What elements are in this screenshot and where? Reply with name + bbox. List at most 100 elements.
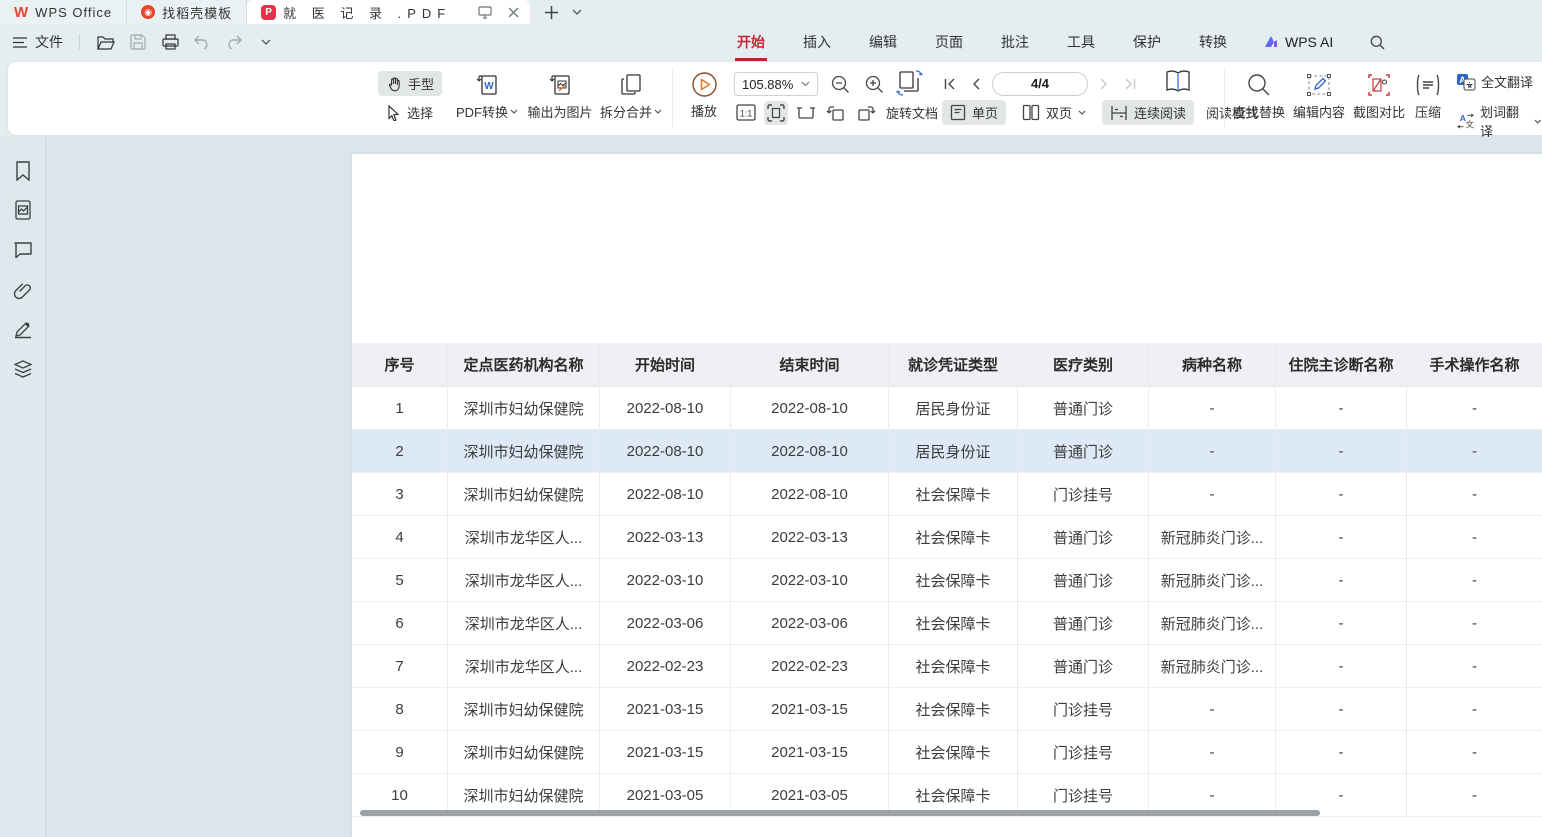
- full-translate-icon: A: [1456, 73, 1476, 91]
- rotate-doc-label[interactable]: 旋转文档: [884, 100, 940, 125]
- menu-item-protect[interactable]: 保护: [1131, 30, 1163, 54]
- select-tool-label: 选择: [407, 103, 433, 122]
- tab-wps-office[interactable]: W WPS Office: [0, 0, 127, 24]
- print-icon[interactable]: [160, 32, 180, 52]
- table-row[interactable]: 8深圳市妇幼保健院2021-03-152021-03-15社会保障卡门诊挂号--…: [352, 688, 1542, 731]
- menu-item-edit[interactable]: 编辑: [867, 30, 899, 54]
- play-icon: [691, 70, 718, 98]
- zoom-level-value: 105.88%: [742, 77, 793, 92]
- layers-panel-icon[interactable]: [11, 357, 35, 381]
- fit-width-button[interactable]: [794, 101, 818, 125]
- single-page-button[interactable]: 单页: [942, 100, 1006, 125]
- table-cell: 2022-03-06: [600, 602, 731, 645]
- new-tab-icon[interactable]: [542, 3, 560, 21]
- next-page-button[interactable]: [1094, 72, 1114, 96]
- pdf-page[interactable]: 序号定点医药机构名称开始时间结束时间就诊凭证类型医疗类别病种名称住院主诊断名称手…: [352, 154, 1542, 837]
- table-header-row: 序号定点医药机构名称开始时间结束时间就诊凭证类型医疗类别病种名称住院主诊断名称手…: [352, 343, 1542, 387]
- share-to-device-icon[interactable]: [476, 3, 494, 21]
- table-cell: 居民身份证: [889, 430, 1018, 473]
- attachment-panel-icon[interactable]: [11, 278, 35, 302]
- page-number-input[interactable]: 4/4: [992, 72, 1088, 96]
- table-cell: 2022-08-10: [731, 387, 889, 430]
- table-cell: 8: [352, 688, 448, 731]
- menu-item-comment[interactable]: 批注: [999, 30, 1031, 54]
- hand-tool-button[interactable]: 手型: [378, 71, 442, 96]
- column-header: 医疗类别: [1018, 343, 1149, 387]
- table-cell: 9: [352, 731, 448, 774]
- first-page-button[interactable]: [940, 72, 960, 96]
- table-cell: -: [1276, 430, 1407, 473]
- rotate-right-button[interactable]: [854, 101, 878, 125]
- close-tab-icon[interactable]: [504, 3, 522, 21]
- select-tool-button[interactable]: 选择: [378, 100, 441, 125]
- quickbar-chevron-icon[interactable]: [256, 32, 276, 52]
- open-file-icon[interactable]: [96, 32, 116, 52]
- screenshot-compare-button[interactable]: 截图对比: [1350, 71, 1408, 121]
- bookmark-panel-icon[interactable]: [11, 159, 35, 183]
- last-page-button[interactable]: [1120, 72, 1140, 96]
- find-replace-button[interactable]: 查找替换: [1230, 71, 1288, 121]
- table-cell: 新冠肺炎门诊...: [1149, 559, 1276, 602]
- previous-page-button[interactable]: [966, 72, 986, 96]
- table-row[interactable]: 2深圳市妇幼保健院2022-08-102022-08-10居民身份证普通门诊--…: [352, 430, 1542, 473]
- pdf-convert-button[interactable]: W PDF转换: [454, 71, 520, 121]
- word-translate-button[interactable]: A文 划词翻译: [1456, 102, 1542, 140]
- edit-content-button[interactable]: 编辑内容: [1290, 71, 1348, 121]
- table-cell: -: [1276, 645, 1407, 688]
- single-page-label: 单页: [972, 103, 998, 122]
- find-replace-icon: [1247, 71, 1271, 99]
- horizontal-scrollbar-thumb[interactable]: [360, 810, 1320, 816]
- table-cell: 2022-03-10: [600, 559, 731, 602]
- zoom-out-button[interactable]: [828, 72, 852, 96]
- save-icon[interactable]: [128, 32, 148, 52]
- table-row[interactable]: 3深圳市妇幼保健院2022-08-102022-08-10社会保障卡门诊挂号--…: [352, 473, 1542, 516]
- table-cell: 深圳市妇幼保健院: [448, 688, 600, 731]
- table-cell: 门诊挂号: [1018, 688, 1149, 731]
- double-page-button[interactable]: 双页: [1014, 100, 1094, 125]
- menu-item-convert[interactable]: 转换: [1197, 30, 1229, 54]
- export-image-button[interactable]: 输出为图片: [524, 71, 596, 121]
- menu-search-icon[interactable]: [1367, 32, 1387, 52]
- undo-icon[interactable]: [192, 32, 212, 52]
- read-mode-icon[interactable]: [1164, 69, 1192, 95]
- menu-item-tools[interactable]: 工具: [1065, 30, 1097, 54]
- zoom-in-button[interactable]: [862, 72, 886, 96]
- comment-panel-icon[interactable]: [11, 238, 35, 262]
- column-header: 开始时间: [600, 343, 731, 387]
- table-cell: 2022-02-23: [600, 645, 731, 688]
- table-cell: 普通门诊: [1018, 602, 1149, 645]
- menu-item-home[interactable]: 开始: [735, 30, 767, 54]
- play-button[interactable]: 播放: [682, 70, 726, 120]
- table-cell: 普通门诊: [1018, 516, 1149, 559]
- tab-template-store[interactable]: ◉ 找稻壳模板: [127, 0, 247, 24]
- continuous-reading-button[interactable]: 连续阅读: [1102, 100, 1194, 125]
- table-row[interactable]: 7深圳市龙华区人...2022-02-232022-02-23社会保障卡普通门诊…: [352, 645, 1542, 688]
- table-row[interactable]: 9深圳市妇幼保健院2021-03-152021-03-15社会保障卡门诊挂号--…: [352, 731, 1542, 774]
- full-translate-button[interactable]: A 全文翻译: [1456, 72, 1533, 91]
- thumbnail-panel-icon[interactable]: [11, 198, 35, 222]
- wps-ai-button[interactable]: WPS AI: [1263, 34, 1333, 50]
- menu-item-page[interactable]: 页面: [933, 30, 965, 54]
- fit-page-button[interactable]: [764, 101, 788, 125]
- table-cell: 普通门诊: [1018, 645, 1149, 688]
- table-row[interactable]: 6深圳市龙华区人...2022-03-062022-03-06社会保障卡普通门诊…: [352, 602, 1542, 645]
- table-row[interactable]: 1深圳市妇幼保健院2022-08-102022-08-10居民身份证普通门诊--…: [352, 387, 1542, 430]
- compress-button[interactable]: 压缩: [1408, 71, 1448, 121]
- file-menu-button[interactable]: 文件: [10, 32, 63, 52]
- split-merge-button[interactable]: 拆分合并: [598, 71, 664, 121]
- rotate-doc-icon[interactable]: [894, 68, 926, 98]
- tab-document[interactable]: P 就 医 记 录 .PDF: [247, 0, 530, 24]
- tab-list-chevron-icon[interactable]: [568, 3, 586, 21]
- table-cell: -: [1407, 559, 1542, 602]
- zoom-level-select[interactable]: 105.88%: [734, 72, 818, 96]
- export-image-label: 输出为图片: [527, 102, 592, 121]
- table-row[interactable]: 4深圳市龙华区人...2022-03-132022-03-13社会保障卡普通门诊…: [352, 516, 1542, 559]
- rotate-left-button[interactable]: [824, 101, 848, 125]
- redo-icon[interactable]: [224, 32, 244, 52]
- menu-item-insert[interactable]: 插入: [801, 30, 833, 54]
- table-row[interactable]: 5深圳市龙华区人...2022-03-102022-03-10社会保障卡普通门诊…: [352, 559, 1542, 602]
- actual-size-button[interactable]: 1:1: [734, 101, 758, 125]
- table-cell: 2022-08-10: [600, 430, 731, 473]
- table-cell: 社会保障卡: [889, 688, 1018, 731]
- signature-panel-icon[interactable]: [11, 317, 35, 341]
